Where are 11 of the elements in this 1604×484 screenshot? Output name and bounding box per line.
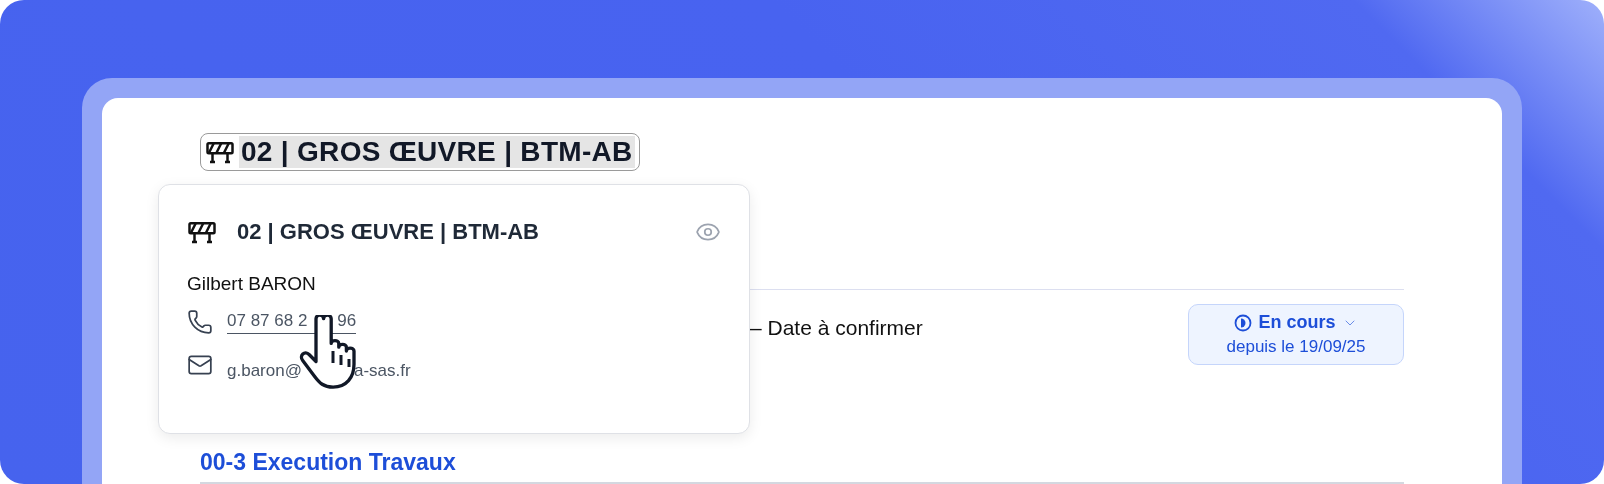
status-dropdown[interactable]: En cours depuis le 19/09/25	[1188, 304, 1404, 365]
page-title: 02 | GROS ŒUVRE | BTM-AB	[239, 136, 635, 168]
popover-title: 02 | GROS ŒUVRE | BTM-AB	[237, 219, 540, 245]
title-chip[interactable]: 02 | GROS ŒUVRE | BTM-AB	[200, 133, 640, 171]
mail-icon	[187, 352, 213, 378]
email-address: g.baron@ a-sas.fr	[227, 361, 411, 381]
section-link[interactable]: 00-3 Execution Travaux	[200, 449, 456, 476]
contact-name: Gilbert BARON	[187, 273, 317, 295]
phone-icon	[187, 309, 213, 335]
status-icon	[1234, 313, 1253, 332]
date-note: – Date à confirmer	[750, 316, 923, 340]
